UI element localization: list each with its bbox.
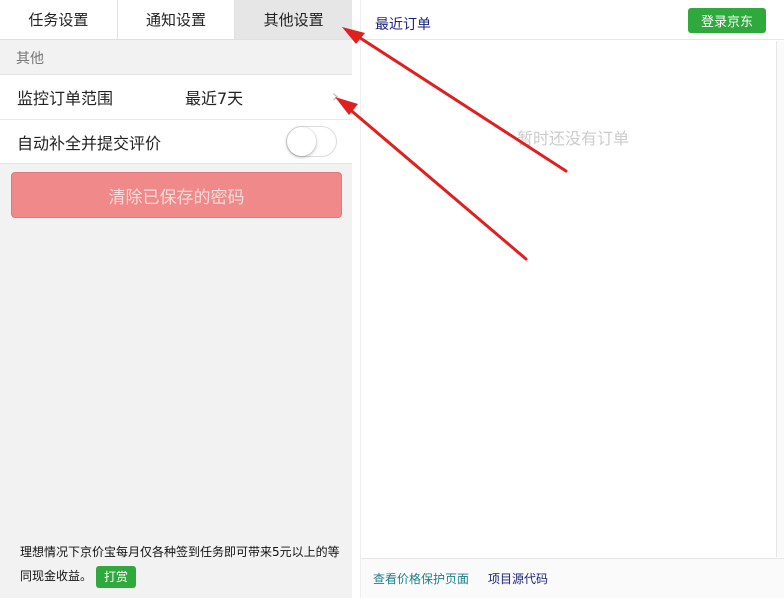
tip-button[interactable]: 打赏 <box>96 565 137 588</box>
auto-review-label: 自动补全并提交评价 <box>17 133 162 153</box>
source-code-link[interactable]: 项目源代码 <box>488 570 548 587</box>
footer-note: 理想情况下京价宝每月仅各种签到任务即可带来5元以上的等同现金收益。 打赏 <box>20 540 340 588</box>
login-jd-button[interactable]: 登录京东 <box>688 8 766 33</box>
settings-tabs: 任务设置 通知设置 其他设置 <box>0 0 353 40</box>
orders-scrollbar[interactable] <box>776 41 784 557</box>
toggle-knob <box>287 127 316 156</box>
chevron-right-icon[interactable]: › <box>332 88 339 106</box>
auto-review-row: 自动补全并提交评价 <box>0 119 352 163</box>
section-label-other: 其他 <box>16 51 44 67</box>
price-protection-link[interactable]: 查看价格保护页面 <box>373 570 469 587</box>
recent-orders-title: 最近订单 <box>375 17 431 33</box>
tab-other-settings[interactable]: 其他设置 <box>235 0 353 39</box>
orders-footer: 查看价格保护页面 项目源代码 <box>361 558 784 598</box>
empty-orders-message: 暂时还没有订单 <box>516 129 629 148</box>
app-window: 任务设置 通知设置 其他设置 其他 监控订单范围 最近7天 › 自动补全并提交评… <box>0 0 784 598</box>
monitor-order-range-value: 最近7天 <box>185 89 244 108</box>
auto-review-toggle[interactable] <box>286 126 337 157</box>
monitor-order-range-row[interactable]: 监控订单范围 最近7天 › <box>0 75 352 119</box>
orders-panel: 最近订单 登录京东 暂时还没有订单 查看价格保护页面 项目源代码 <box>360 0 784 598</box>
footer-note-text: 理想情况下京价宝每月仅各种签到任务即可带来5元以上的等同现金收益。 <box>20 545 340 583</box>
monitor-order-range-label: 监控订单范围 <box>17 89 114 108</box>
settings-panel: 任务设置 通知设置 其他设置 其他 监控订单范围 最近7天 › 自动补全并提交评… <box>0 0 353 598</box>
settings-list: 监控订单范围 最近7天 › 自动补全并提交评价 <box>0 74 352 164</box>
clear-saved-password-button[interactable]: 清除已保存的密码 <box>11 172 342 218</box>
tab-task-settings[interactable]: 任务设置 <box>0 0 118 39</box>
orders-header: 最近订单 登录京东 <box>361 0 784 40</box>
tab-notification-settings[interactable]: 通知设置 <box>118 0 236 39</box>
